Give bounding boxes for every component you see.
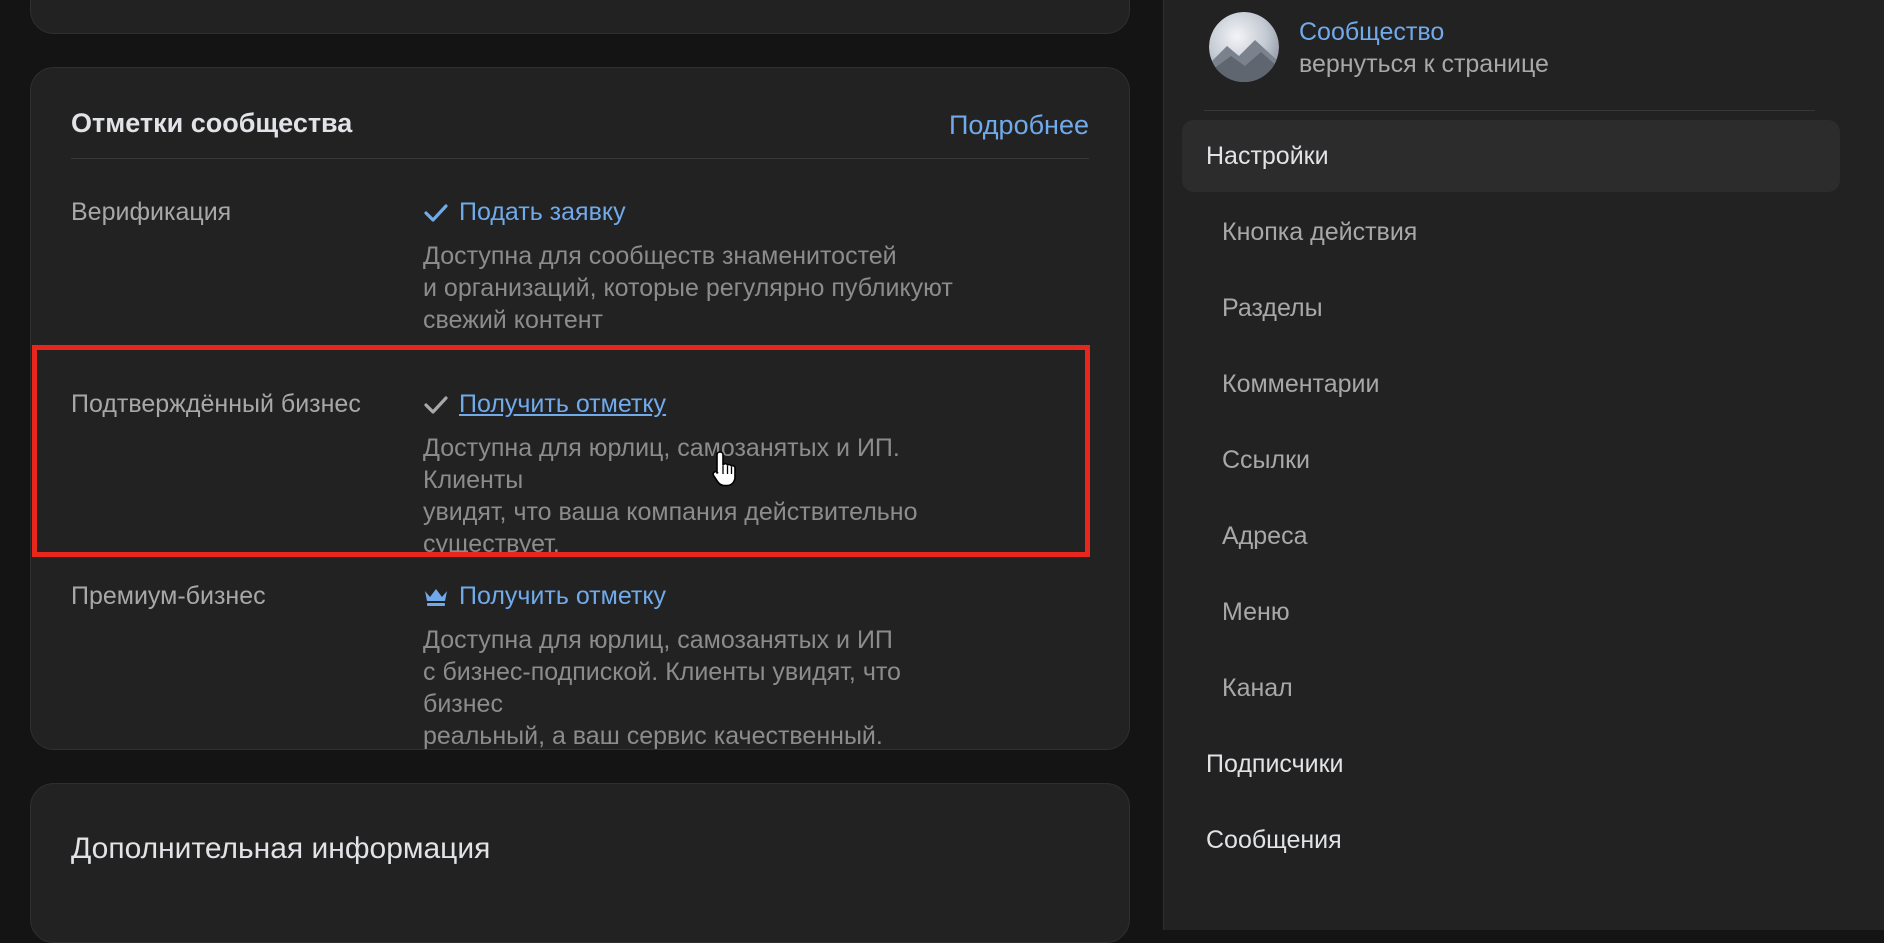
sidebar-item-label: Настройки [1206, 141, 1329, 170]
verification-action-label: Подать заявку [459, 198, 626, 226]
sidebar-item-action-button[interactable]: Кнопка действия [1182, 196, 1840, 268]
verification-description: Доступна для сообществ знаменитостей и о… [423, 240, 983, 336]
top-card [30, 0, 1130, 34]
premium-business-get-mark-link[interactable]: Получить отметку [423, 582, 666, 611]
sidebar-item-label: Комментарии [1222, 369, 1380, 398]
checkmark-icon [423, 200, 449, 226]
sidebar-item-channel[interactable]: Канал [1182, 652, 1840, 724]
more-link[interactable]: Подробнее [949, 110, 1089, 141]
sidebar-item-settings[interactable]: Настройки [1182, 120, 1840, 192]
premium-business-description: Доступна для юрлиц, самозанятых и ИП с б… [423, 624, 983, 752]
sidebar-item-label: Подписчики [1206, 749, 1344, 778]
sidebar-item-comments[interactable]: Комментарии [1182, 348, 1840, 420]
sidebar-item-links[interactable]: Ссылки [1182, 424, 1840, 496]
sidebar-item-sections[interactable]: Разделы [1182, 272, 1840, 344]
divider [71, 158, 1089, 159]
verification-row: Верификация Подать заявку Доступна для с… [71, 198, 1089, 338]
premium-business-label: Премиум-бизнес [71, 582, 266, 610]
community-marks-card: Отметки сообщества Подробнее Верификация… [30, 67, 1130, 750]
description-line: увидят, что ваша компания действительно [423, 498, 918, 526]
community-avatar[interactable] [1209, 12, 1279, 82]
sidebar-item-label: Сообщения [1206, 825, 1342, 854]
sidebar-item-label: Ссылки [1222, 445, 1311, 474]
back-to-page-link[interactable]: вернуться к странице [1299, 50, 1549, 79]
marks-title: Отметки сообщества [71, 108, 353, 138]
sidebar-item-label: Меню [1222, 597, 1290, 626]
additional-info-title: Дополнительная информация [71, 832, 491, 865]
description-line: существует. [423, 530, 560, 558]
premium-business-row: Премиум-бизнес Получить отметку Доступна… [71, 582, 1089, 750]
confirmed-business-label: Подтверждённый бизнес [71, 390, 361, 418]
confirmed-business-description: Доступна для юрлиц, самозанятых и ИП. Кл… [423, 432, 983, 560]
description-line: свежий контент [423, 306, 603, 334]
crown-icon [423, 584, 449, 610]
sidebar-item-label: Канал [1222, 673, 1293, 702]
sidebar-item-messages[interactable]: Сообщения [1182, 804, 1840, 876]
sidebar: Сообщество вернуться к странице Настройк… [1163, 0, 1884, 930]
description-line: Доступна для сообществ знаменитостей [423, 242, 897, 270]
description-line: реальный, а ваш сервис качественный. [423, 722, 883, 750]
confirmed-business-row: Подтверждённый бизнес Получить отметку Д… [71, 390, 1089, 558]
sidebar-item-menu[interactable]: Меню [1182, 576, 1840, 648]
description-line: и организаций, которые регулярно публику… [423, 274, 953, 302]
community-name-link[interactable]: Сообщество [1299, 18, 1444, 47]
sidebar-item-addresses[interactable]: Адреса [1182, 500, 1840, 572]
sidebar-item-label: Адреса [1222, 521, 1308, 550]
checkmark-icon [423, 392, 449, 418]
divider [1204, 110, 1815, 111]
sidebar-item-label: Разделы [1222, 293, 1323, 322]
hand-cursor-icon [711, 450, 741, 493]
sidebar-item-subscribers[interactable]: Подписчики [1182, 728, 1840, 800]
confirmed-business-action-label: Получить отметку [459, 390, 667, 418]
verification-apply-link[interactable]: Подать заявку [423, 198, 626, 227]
description-line: с бизнес-подпиской. Клиенты увидят, что … [423, 658, 901, 718]
verification-label: Верификация [71, 198, 232, 226]
premium-business-action-label: Получить отметку [459, 582, 667, 610]
sidebar-item-label: Кнопка действия [1222, 217, 1418, 246]
confirmed-business-get-mark-link[interactable]: Получить отметку [423, 390, 666, 419]
description-line: Доступна для юрлиц, самозанятых и ИП [423, 626, 893, 654]
additional-info-card: Дополнительная информация [30, 783, 1130, 943]
description-line: Доступна для юрлиц, самозанятых и ИП. Кл… [423, 434, 900, 494]
